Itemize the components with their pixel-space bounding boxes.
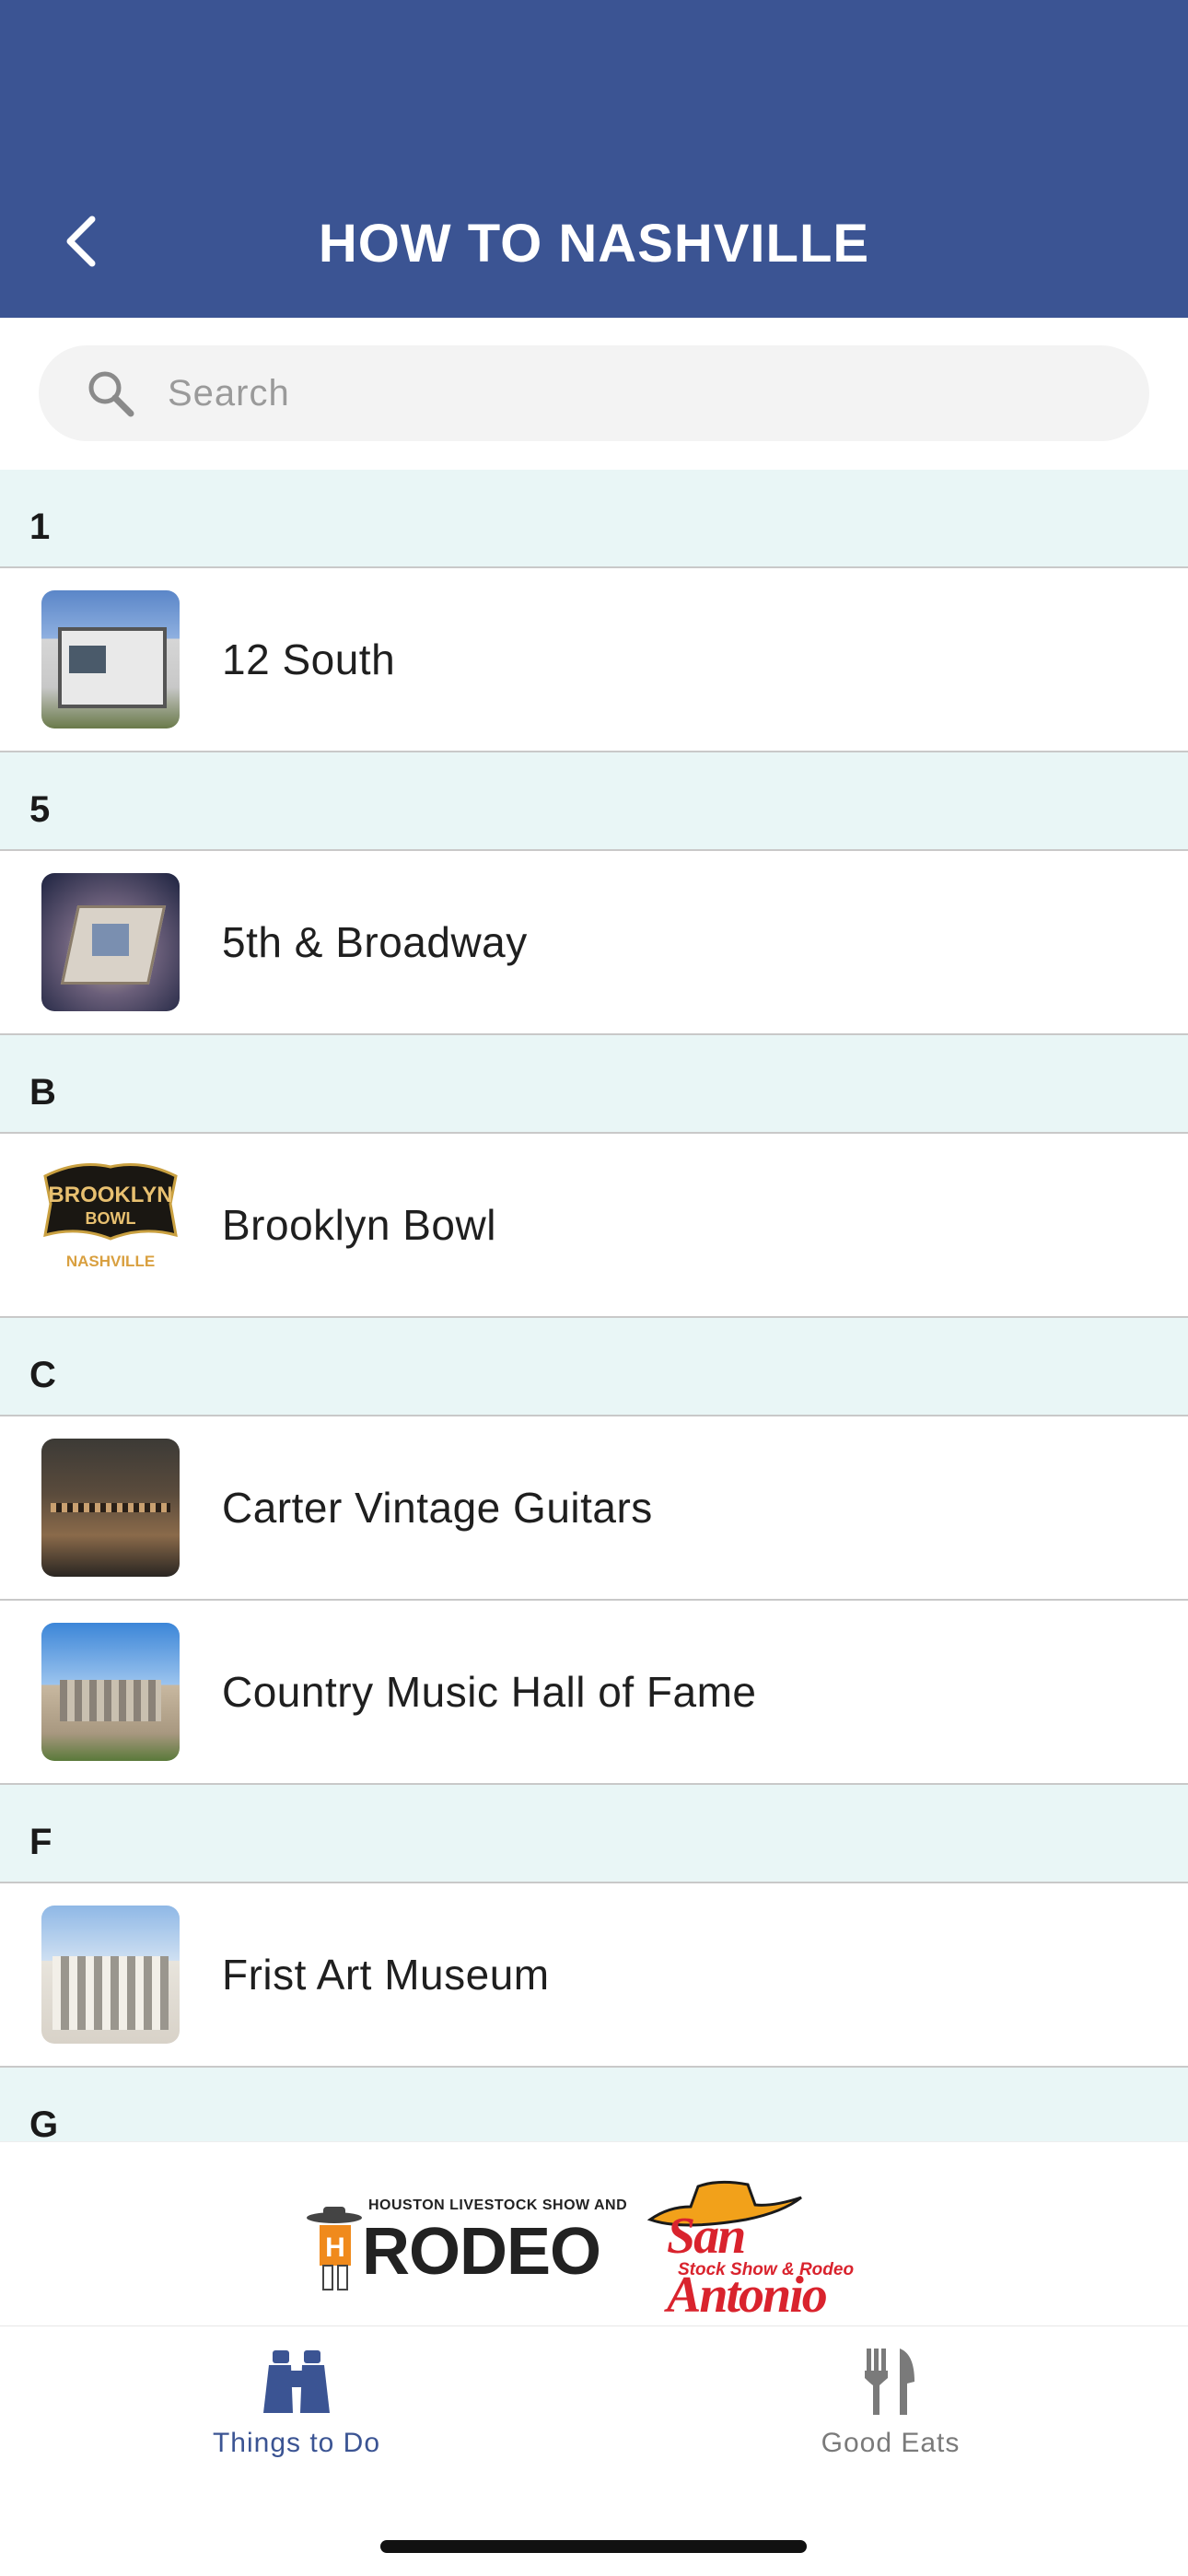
list-item-frist-art-museum[interactable]: Frist Art Museum: [0, 1883, 1188, 2068]
binoculars-icon: [263, 2350, 330, 2413]
section-letter: F: [29, 1822, 52, 1862]
sponsor-banner[interactable]: H HOUSTON LIVESTOCK SHOW AND RODEO San A…: [0, 2141, 1188, 2326]
section-letter: C: [29, 1355, 56, 1395]
cowboy-icon: H: [307, 2207, 362, 2290]
search-bar: [0, 318, 1188, 470]
thumbnail-image: [41, 590, 180, 729]
tab-label: Things to Do: [212, 2428, 381, 2458]
list-item-label: Carter Vintage Guitars: [222, 1484, 653, 1532]
san-antonio-subtitle: Stock Show & Rodeo: [678, 2260, 855, 2279]
search-input[interactable]: [166, 371, 1149, 415]
svg-text:BOWL: BOWL: [86, 1209, 136, 1228]
section-header-b: B: [0, 1035, 1188, 1134]
section-header-c: C: [0, 1318, 1188, 1416]
tab-good-eats[interactable]: Good Eats: [706, 2345, 1075, 2483]
thumbnail-image: [41, 1623, 180, 1761]
tab-label: Good Eats: [821, 2428, 961, 2458]
section-letter: B: [29, 1072, 56, 1113]
rodeo-tagline: HOUSTON LIVESTOCK SHOW AND: [368, 2197, 628, 2213]
list-item-5th-broadway[interactable]: 5th & Broadway: [0, 851, 1188, 1035]
list-item-12-south[interactable]: 12 South: [0, 568, 1188, 752]
list-item-country-music-hall-of-fame[interactable]: Country Music Hall of Fame: [0, 1601, 1188, 1785]
thumbnail-image: [41, 1439, 180, 1577]
section-letter: 5: [29, 789, 51, 830]
svg-text:BROOKLYN: BROOKLYN: [48, 1183, 172, 1207]
places-list[interactable]: 1 12 South 5 5th & Broadway B BROOKLYN B…: [0, 470, 1188, 2141]
fork-knife-icon: [865, 2349, 914, 2415]
section-letter: G: [29, 2104, 59, 2141]
list-item-label: Brooklyn Bowl: [222, 1201, 496, 1249]
thumbnail-image: [41, 1906, 180, 2044]
section-letter: 1: [29, 507, 51, 547]
list-item-label: Frist Art Museum: [222, 1951, 550, 1999]
bottom-tab-bar: Things to Do Good Eats: [0, 2325, 1188, 2576]
svg-text:NASHVILLE: NASHVILLE: [66, 1253, 155, 1270]
section-header-1: 1: [0, 470, 1188, 568]
list-item-label: 5th & Broadway: [222, 918, 528, 966]
brooklyn-bowl-logo: BROOKLYN BOWL NASHVILLE: [43, 1163, 178, 1270]
thumbnail-image: BROOKLYN BOWL NASHVILLE: [41, 1156, 180, 1294]
section-header-f: F: [0, 1785, 1188, 1883]
list-item-label: Country Music Hall of Fame: [222, 1668, 757, 1716]
home-indicator[interactable]: [380, 2540, 807, 2553]
list-item-brooklyn-bowl[interactable]: BROOKLYN BOWL NASHVILLE Brooklyn Bowl: [0, 1134, 1188, 1318]
section-header-g: G: [0, 2068, 1188, 2141]
rodeo-wordmark: RODEO: [362, 2215, 601, 2289]
app-header: HOW TO NASHVILLE: [0, 0, 1188, 318]
thumbnail-image: [41, 873, 180, 1011]
tab-things-to-do[interactable]: Things to Do: [112, 2345, 481, 2483]
list-item-label: 12 South: [222, 635, 396, 683]
houston-rodeo-logo: H HOUSTON LIVESTOCK SHOW AND RODEO: [299, 2197, 627, 2290]
page-title: HOW TO NASHVILLE: [318, 214, 870, 274]
search-icon: [85, 367, 136, 419]
svg-text:H: H: [325, 2232, 345, 2263]
list-item-carter-vintage-guitars[interactable]: Carter Vintage Guitars: [0, 1416, 1188, 1601]
section-header-5: 5: [0, 752, 1188, 851]
san-antonio-rodeo-logo: San Antonio Stock Show & Rodeo: [645, 2179, 893, 2324]
search-box[interactable]: [39, 345, 1149, 441]
